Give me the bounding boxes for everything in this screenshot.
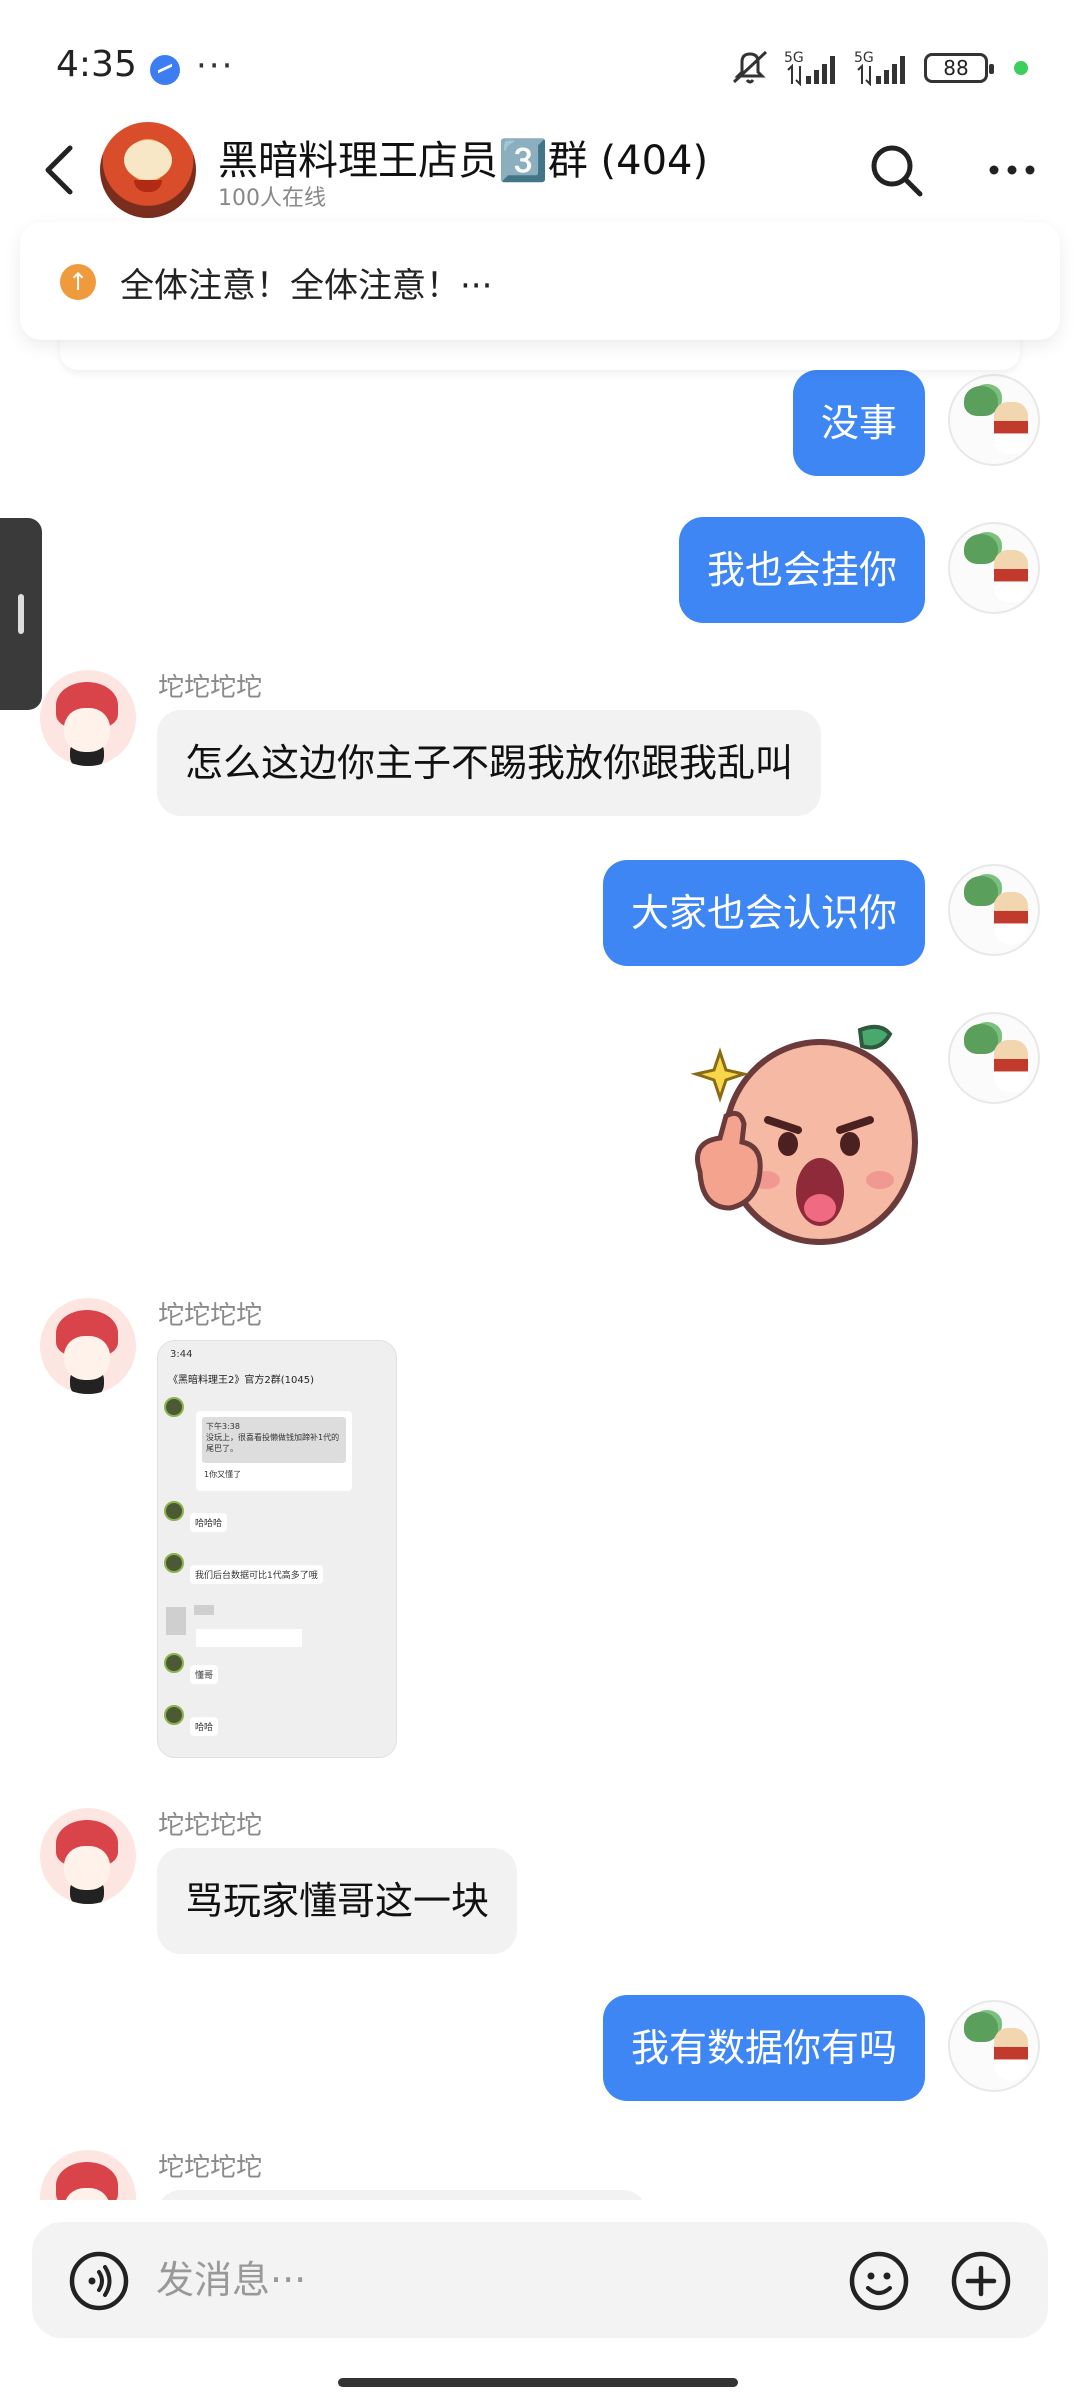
group-avatar[interactable] — [100, 122, 196, 218]
thumb-chat-title: 《黑暗料理王2》官方2群(1045) — [168, 1375, 314, 1386]
sender-avatar[interactable] — [40, 1808, 136, 1904]
thumb-blurred-msg — [196, 1629, 302, 1647]
thumb-msg: 哈哈哈 — [190, 1513, 228, 1532]
my-avatar[interactable] — [948, 1012, 1040, 1104]
thumb-avatar — [164, 1705, 184, 1725]
thumb-avatar — [164, 1397, 184, 1417]
thumb-card-foot: 1你又懂了 — [204, 1470, 242, 1479]
thumb-blurred-name — [194, 1605, 214, 1615]
sender-avatar[interactable] — [40, 670, 136, 766]
message-input[interactable] — [156, 2252, 656, 2308]
plus-circle-icon[interactable] — [950, 2250, 1012, 2312]
thumb-msg: 哈哈 — [190, 1717, 219, 1736]
message-input-bar — [32, 2222, 1048, 2338]
home-indicator[interactable] — [338, 2378, 738, 2387]
thumb-avatar — [164, 1501, 184, 1521]
chat-header: 黑暗料理王店员3️⃣群 (404) 100人在线 — [0, 110, 1080, 230]
thumb-card-quote: 下午3:38 没玩上，很喜看投懒做钱加蹄补1代的尾巴了。 — [202, 1417, 346, 1463]
back-chevron-icon[interactable] — [36, 140, 86, 200]
voice-icon[interactable] — [68, 2250, 130, 2312]
message-bubble-out[interactable]: 我有数据你有吗 — [602, 1995, 925, 2101]
sender-name: 坨坨坨坨 — [158, 1301, 263, 1331]
message-bubble-in[interactable]: 骂玩家懂哥这一块 — [157, 1848, 518, 1954]
message-bubble-in[interactable]: 怎么这边你主子不踢我放你跟我乱叫 — [157, 710, 822, 816]
sender-name: 坨坨坨坨 — [158, 2153, 263, 2183]
my-avatar[interactable] — [948, 864, 1040, 956]
thumb-row: 哈哈哈 — [164, 1501, 228, 1532]
message-bubble-out[interactable]: 我也会挂你 — [678, 517, 925, 623]
my-avatar[interactable] — [948, 2000, 1040, 2092]
thumb-card: 下午3:38 没玩上，很喜看投懒做钱加蹄补1代的尾巴了。 1你又懂了 — [196, 1411, 352, 1491]
sender-avatar[interactable] — [40, 1298, 136, 1394]
arrow-up-circle-icon: ↑ — [60, 264, 96, 300]
thumb-msg: 懂哥 — [190, 1665, 219, 1684]
group-title[interactable]: 黑暗料理王店员3️⃣群 (404) — [218, 128, 708, 186]
thumb-avatar — [164, 1653, 184, 1673]
more-options-icon[interactable] — [982, 140, 1042, 200]
pinned-notice[interactable]: ↑ 全体注意！全体注意！··· — [20, 222, 1060, 340]
thumb-blurred-avatar — [166, 1607, 186, 1635]
sender-name: 坨坨坨坨 — [158, 1811, 263, 1841]
thumb-card-time: 下午3:38 — [206, 1422, 240, 1431]
my-avatar[interactable] — [948, 374, 1040, 466]
thumb-msg: 我们后台数据可比1代高多了哦 — [190, 1565, 323, 1584]
image-message[interactable]: 3:44 《黑暗料理王2》官方2群(1045) 下午3:38 没玩上，很喜看投懒… — [157, 1340, 397, 1758]
side-drawer-handle[interactable] — [0, 518, 42, 710]
message-bubble-out[interactable]: 大家也会认识你 — [602, 860, 925, 966]
emoji-icon[interactable] — [848, 2250, 910, 2312]
thumb-status-time: 3:44 — [170, 1349, 193, 1360]
thumb-row — [164, 1397, 184, 1417]
thumb-row: 哈哈 — [164, 1705, 219, 1736]
sender-avatar[interactable] — [40, 2150, 136, 2200]
thumb-row: 懂哥 — [164, 1653, 219, 1684]
notice-text: 全体注意！全体注意！··· — [120, 266, 493, 306]
thumb-avatar — [164, 1553, 184, 1573]
search-icon[interactable] — [866, 140, 926, 200]
message-bubble-out[interactable]: 没事 — [792, 370, 925, 476]
sticker-peach-shout-icon[interactable] — [680, 1012, 930, 1252]
online-count: 100人在线 — [218, 186, 326, 211]
message-bubble-in[interactable] — [157, 2190, 647, 2200]
thumb-card-text: 没玩上，很喜看投懒做钱加蹄补1代的尾巴了。 — [206, 1433, 340, 1453]
my-avatar[interactable] — [948, 522, 1040, 614]
sender-name: 坨坨坨坨 — [158, 673, 263, 703]
thumb-row: 我们后台数据可比1代高多了哦 — [164, 1553, 323, 1584]
